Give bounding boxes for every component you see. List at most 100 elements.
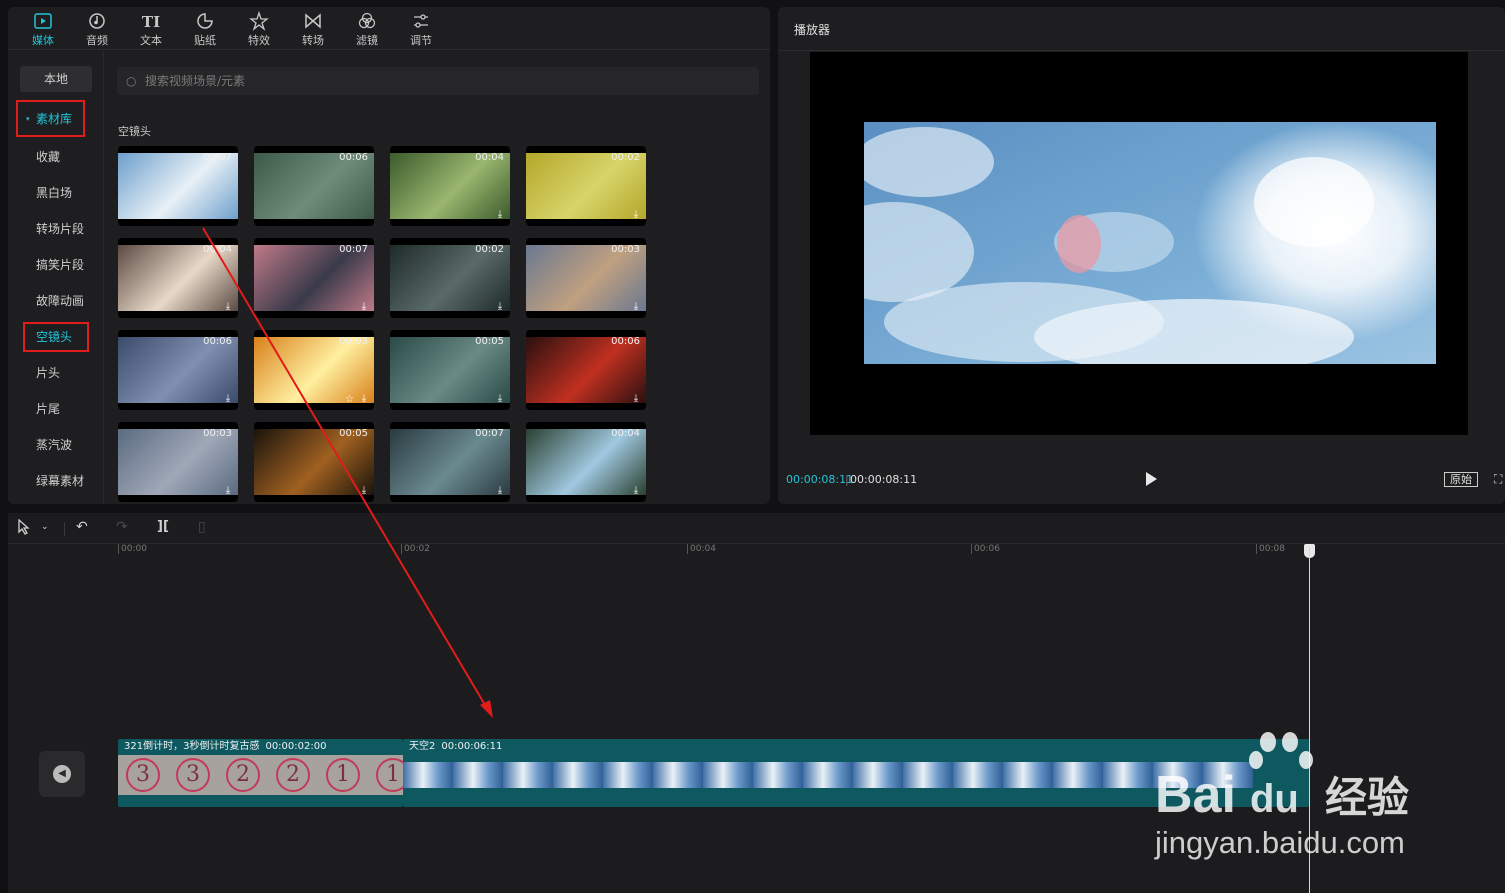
- delete-icon[interactable]: ▯: [198, 519, 206, 535]
- sidebar-item-vaporwave[interactable]: 蒸汽波: [20, 432, 96, 458]
- audio-icon: [89, 13, 105, 29]
- download-icon[interactable]: ⤓: [494, 485, 506, 497]
- tab-audio[interactable]: 音频: [74, 7, 120, 50]
- tab-transition[interactable]: 转场: [290, 7, 336, 50]
- download-icon[interactable]: ⤓: [358, 485, 370, 497]
- thumbnail-duration: 00:07: [339, 244, 368, 255]
- countdown-clip[interactable]: 321倒计时，3秒倒计时复古感 00:00:02:00 3 3 2 2 1 1: [118, 739, 403, 807]
- redo-icon[interactable]: ↷: [116, 519, 128, 535]
- tab-adjust[interactable]: 调节: [398, 7, 444, 50]
- thumbnail-duration: 00:04: [475, 152, 504, 163]
- select-cursor-icon[interactable]: [17, 518, 31, 539]
- media-thumbnail[interactable]: 00:07 ⤓: [254, 238, 374, 318]
- fullscreen-icon[interactable]: ⛶: [1494, 472, 1502, 487]
- media-thumbnail[interactable]: 00:03 ⤓: [526, 238, 646, 318]
- media-thumbnail[interactable]: 00:04 ⤓: [526, 422, 646, 502]
- media-thumbnail[interactable]: 00:04 ⤓: [118, 238, 238, 318]
- tab-effects[interactable]: 特效: [236, 7, 282, 50]
- countdown-number: 2: [226, 758, 260, 792]
- sky-frame: [653, 762, 703, 788]
- media-thumbnail[interactable]: 00:07 ⤓: [390, 422, 510, 502]
- sidebar-item-glitch[interactable]: 故障动画: [20, 288, 96, 314]
- media-thumbnail[interactable]: 00:06 ⤓: [526, 330, 646, 410]
- tab-media[interactable]: 媒体: [20, 7, 66, 50]
- sky-frame: [853, 762, 903, 788]
- download-icon[interactable]: ⤓: [630, 301, 642, 313]
- preview-screen[interactable]: [810, 52, 1468, 435]
- tab-filter[interactable]: 滤镜: [344, 7, 390, 50]
- sidebar-item-transition-clips[interactable]: 转场片段: [20, 216, 96, 242]
- sky-frame: [503, 762, 553, 788]
- media-thumbnail[interactable]: 00:06 ⤓: [118, 330, 238, 410]
- time-ruler[interactable]: 00:00 00:02 00:04 00:06 00:08: [8, 544, 1505, 560]
- sky-frame: [1003, 762, 1053, 788]
- divider: [64, 522, 65, 536]
- download-icon[interactable]: ⤓: [630, 393, 642, 405]
- thumbnail-duration: 00:05: [475, 336, 504, 347]
- search-input[interactable]: ○ 搜索视频场景/元素: [117, 67, 759, 95]
- media-thumbnail[interactable]: 00:06: [254, 146, 374, 226]
- media-thumbnail[interactable]: 00:05 ⤓: [254, 422, 374, 502]
- sidebar-item-favorites[interactable]: 收藏: [20, 144, 96, 170]
- countdown-number: 1: [326, 758, 360, 792]
- play-icon[interactable]: [1144, 471, 1158, 487]
- sidebar-item-outro[interactable]: 片尾: [20, 396, 96, 422]
- thumbnail-duration: 00:03: [203, 428, 232, 439]
- highlight-box-library: [16, 100, 85, 137]
- thumbnail-duration: 00:06: [203, 336, 232, 347]
- sticker-icon: [197, 13, 213, 29]
- countdown-frame: 3: [168, 755, 218, 795]
- clip-header: 天空2 00:00:06:11: [403, 739, 502, 755]
- ratio-button[interactable]: 原始: [1444, 472, 1478, 487]
- tab-sticker[interactable]: 贴纸: [182, 7, 228, 50]
- ruler-tick: 00:08: [1256, 544, 1285, 554]
- favorite-icon[interactable]: ☆: [345, 394, 354, 405]
- media-thumbnail[interactable]: 00:03 ⤓: [118, 422, 238, 502]
- media-thumbnail[interactable]: 00:02 ⤓: [526, 146, 646, 226]
- watermark-brand-tail: du: [1250, 777, 1299, 820]
- sidebar-item-local[interactable]: 本地: [20, 66, 92, 92]
- download-icon[interactable]: ⤓: [494, 393, 506, 405]
- download-icon[interactable]: ⤓: [630, 209, 642, 221]
- sidebar-item-greenscreen[interactable]: 绿幕素材: [20, 468, 96, 494]
- sky-frame: [603, 762, 653, 788]
- thumbnail-duration: 00:06: [611, 336, 640, 347]
- countdown-frame: 2: [268, 755, 318, 795]
- sidebar-item-intro[interactable]: 片头: [20, 360, 96, 386]
- countdown-frame: 3: [118, 755, 168, 795]
- chevron-down-icon[interactable]: ⌄: [41, 522, 49, 532]
- media-thumbnail[interactable]: 00:02 ⤓: [390, 238, 510, 318]
- download-icon[interactable]: ⤓: [222, 393, 234, 405]
- media-thumbnail[interactable]: 00:05 ⤓: [390, 330, 510, 410]
- countdown-number: 2: [276, 758, 310, 792]
- download-icon[interactable]: ⤓: [358, 301, 370, 313]
- clip-duration: 00:00:02:00: [265, 741, 327, 752]
- download-icon[interactable]: ⤓: [358, 393, 370, 405]
- sidebar-item-black-white[interactable]: 黑白场: [20, 180, 96, 206]
- ruler-tick: 00:04: [687, 544, 716, 554]
- media-thumbnail[interactable]: 00:03 ⤓ ☆: [254, 330, 374, 410]
- tab-text[interactable]: TI 文本: [128, 7, 174, 50]
- countdown-frame: 1: [368, 755, 403, 795]
- media-thumbnail[interactable]: 00:07: [118, 146, 238, 226]
- media-thumbnail[interactable]: 00:04 ⤓: [390, 146, 510, 226]
- undo-icon[interactable]: ↶: [76, 519, 88, 535]
- split-icon[interactable]: ][: [157, 519, 169, 534]
- countdown-frame: 1: [318, 755, 368, 795]
- download-icon[interactable]: ⤓: [494, 301, 506, 313]
- adjust-icon: [414, 14, 428, 28]
- track-mute-button[interactable]: ◀: [39, 751, 85, 797]
- thumbnail-duration: 00:03: [611, 244, 640, 255]
- download-icon[interactable]: ⤓: [222, 301, 234, 313]
- countdown-frame: 2: [218, 755, 268, 795]
- watermark-url: jingyan.baidu.com: [1155, 825, 1405, 860]
- tab-effects-label: 特效: [248, 34, 270, 47]
- download-icon[interactable]: ⤓: [222, 485, 234, 497]
- download-icon[interactable]: ⤓: [494, 209, 506, 221]
- preview-frame: [864, 122, 1436, 364]
- download-icon[interactable]: ⤓: [630, 485, 642, 497]
- sidebar-item-funny-clips[interactable]: 搞笑片段: [20, 252, 96, 278]
- thumbnail-duration: 00:04: [611, 428, 640, 439]
- clip-frames: 3 3 2 2 1 1: [118, 755, 403, 795]
- tab-media-label: 媒体: [32, 34, 54, 47]
